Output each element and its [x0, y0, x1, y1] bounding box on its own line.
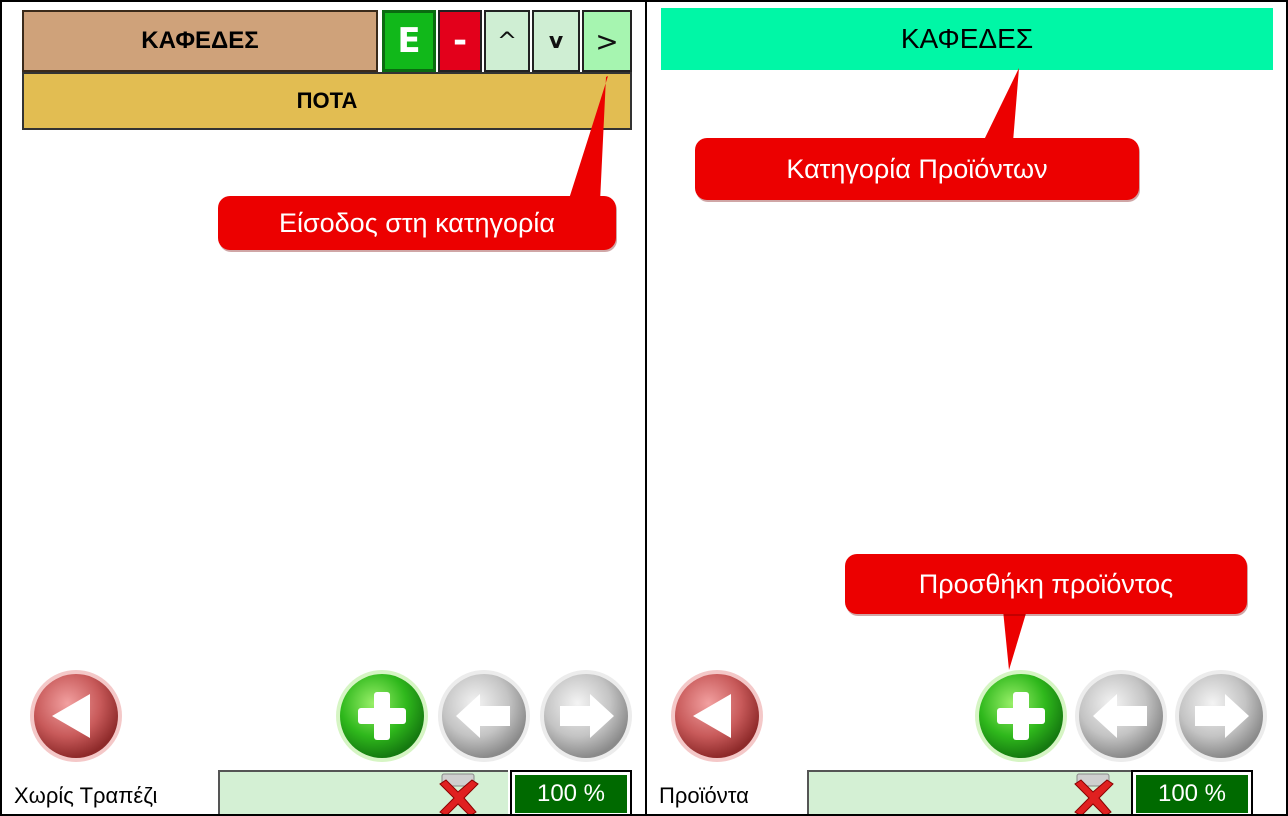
add-product-button[interactable]: [334, 668, 430, 764]
back-button[interactable]: [28, 668, 124, 764]
clear-x-icon[interactable]: [432, 772, 484, 816]
previous-button[interactable]: [436, 668, 532, 764]
plus-icon: [975, 670, 1067, 762]
zoom-value: 100 %: [1136, 775, 1248, 813]
products-status-label: Προϊόντα: [659, 783, 749, 808]
back-arrow-icon: [30, 670, 122, 762]
table-status-label: Χωρίς Τραπέζι: [14, 783, 158, 808]
left-screen: ΚΑΦΕΔΕΣ E - ^ v > ΠΟΤΑ Είσοδος στη κατηγ…: [0, 0, 647, 816]
zoom-indicator: 100 %: [510, 770, 632, 814]
left-arrow-icon: [1075, 670, 1167, 762]
next-button[interactable]: [538, 668, 634, 764]
right-arrow-icon: [540, 670, 632, 762]
left-arrow-icon: [438, 670, 530, 762]
add-product-button[interactable]: [973, 668, 1069, 764]
next-button[interactable]: [1173, 668, 1269, 764]
right-screen: ΚΑΦΕΔΕΣ Κατηγορία Προϊόντων Προσθήκη προ…: [645, 0, 1288, 816]
back-arrow-icon: [671, 670, 763, 762]
plus-icon: [336, 670, 428, 762]
zoom-value: 100 %: [515, 775, 627, 813]
back-button[interactable]: [669, 668, 765, 764]
previous-button[interactable]: [1073, 668, 1169, 764]
right-arrow-icon: [1175, 670, 1267, 762]
callout-add-product: Προσθήκη προϊόντος: [845, 554, 1247, 614]
callout-enter-category: Είσοδος στη κατηγορία: [218, 196, 616, 250]
zoom-indicator: 100 %: [1131, 770, 1253, 814]
clear-x-icon[interactable]: [1067, 772, 1119, 816]
